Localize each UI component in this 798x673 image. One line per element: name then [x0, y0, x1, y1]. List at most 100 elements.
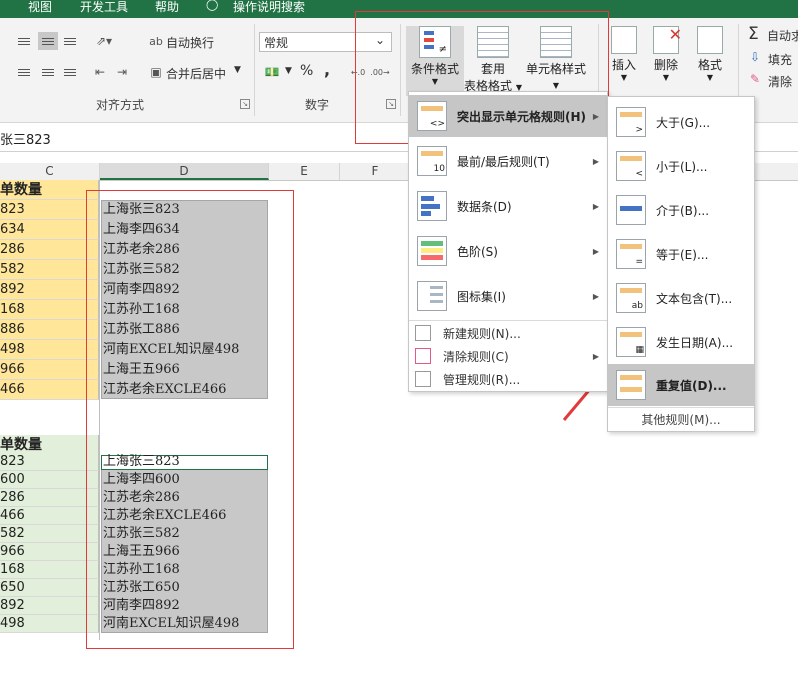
submenu-item-more-rules[interactable]: 其他规则(M)... [608, 408, 754, 430]
column-header-c[interactable]: C [0, 163, 100, 180]
percent-button[interactable]: % [300, 63, 313, 79]
align-top-icon[interactable] [14, 32, 34, 50]
text-contains-icon: ab [616, 283, 646, 313]
cell-c-value[interactable]: 892 [0, 280, 99, 300]
orientation-icon[interactable]: ⇗▾ [94, 32, 114, 50]
cell-c-value[interactable]: 168 [0, 300, 99, 320]
comma-button[interactable]: , [324, 60, 330, 79]
cell-c-value[interactable]: 582 [0, 525, 99, 543]
between-icon [616, 195, 646, 225]
duplicate-values-icon [616, 370, 646, 400]
delete-button[interactable]: ✕ 删除 ▼ [646, 26, 686, 82]
cell-c-value[interactable]: 650 [0, 579, 99, 597]
autosum-button[interactable]: 自动求 [767, 27, 798, 44]
submenu-item-duplicate-values[interactable]: 重复值(D)... [608, 364, 754, 406]
highlight-rules-submenu: > 大于(G)... < 小于(L)... 介于(B)... = 等于(E)..… [607, 96, 755, 432]
submenu-arrow-icon: ▶ [592, 201, 599, 211]
column-header-d[interactable]: D [100, 163, 269, 180]
cell-c-value[interactable]: 582 [0, 260, 99, 280]
cell-c-value[interactable]: 498 [0, 615, 99, 633]
cell-c-value[interactable]: 168 [0, 561, 99, 579]
number-group-label: 数字 [305, 98, 330, 112]
menu-item-new-rule[interactable]: 新建规则(N)... [409, 322, 607, 344]
cell-c-value[interactable]: 966 [0, 543, 99, 561]
fill-down-icon[interactable]: ⇩ [750, 50, 760, 64]
menu-separator [409, 320, 607, 321]
submenu-item-label: 重复值(D)... [656, 378, 727, 393]
menu-item-icon-sets[interactable]: 图标集(I) ▶ [409, 275, 607, 317]
menu-item-label: 新建规则(N)... [443, 326, 521, 341]
cell-c-value[interactable]: 892 [0, 597, 99, 615]
annotation-box-data [86, 190, 294, 649]
cell-c-value[interactable]: 286 [0, 240, 99, 260]
submenu-item-text-contains[interactable]: ab 文本包含(T)... [608, 276, 754, 320]
cell-c-value[interactable]: 600 [0, 471, 99, 489]
table2-header[interactable]: 单数量 [0, 435, 99, 455]
menu-item-label: 清除规则(C) [443, 349, 509, 364]
format-button[interactable]: 格式 ▼ [690, 26, 730, 82]
menu-item-clear-rules[interactable]: 清除规则(C) ▶ [409, 345, 607, 367]
chevron-down-icon[interactable]: ▼ [285, 66, 292, 76]
cell-c-value[interactable]: 466 [0, 380, 99, 400]
chevron-down-icon[interactable]: ▼ [234, 65, 241, 75]
menu-item-top-bottom-rules[interactable]: 10 最前/最后规则(T) ▶ [409, 140, 607, 182]
submenu-item-equal-to[interactable]: = 等于(E)... [608, 232, 754, 276]
menu-item-manage-rules[interactable]: 管理规则(R)... [409, 368, 607, 390]
increase-indent-icon[interactable]: ⇥ [112, 63, 132, 81]
submenu-item-greater-than[interactable]: > 大于(G)... [608, 100, 754, 144]
sigma-icon[interactable]: Σ [748, 24, 759, 44]
dialog-launcher-icon[interactable]: ↘ [240, 99, 250, 109]
tell-me-search[interactable]: 操作说明搜索 [233, 0, 305, 15]
submenu-item-date-occurring[interactable]: ▦ 发生日期(A)... [608, 320, 754, 364]
submenu-arrow-icon: ▶ [592, 351, 599, 361]
insert-button[interactable]: 插入 ▼ [604, 26, 644, 82]
align-middle-icon[interactable] [38, 32, 58, 50]
column-header-f[interactable]: F [340, 163, 411, 180]
number-format-value: 常规 [264, 36, 289, 50]
column-header-e[interactable]: E [269, 163, 340, 180]
submenu-item-between[interactable]: 介于(B)... [608, 188, 754, 232]
cell-c-value[interactable]: 634 [0, 220, 99, 240]
fill-button[interactable]: 填充 [768, 51, 792, 68]
merge-center-icon[interactable]: ▣ [146, 63, 166, 81]
tab-view[interactable]: 视图 [28, 0, 52, 15]
menu-item-data-bars[interactable]: 数据条(D) ▶ [409, 185, 607, 227]
submenu-item-label: 介于(B)... [656, 203, 710, 218]
tab-help[interactable]: 帮助 [155, 0, 179, 15]
clear-button[interactable]: 清除 [768, 73, 792, 90]
currency-icon[interactable]: 💵 [262, 63, 282, 81]
eraser-icon[interactable]: ✎ [750, 72, 760, 86]
align-left-icon[interactable] [14, 63, 34, 81]
submenu-arrow-icon: ▶ [592, 111, 599, 121]
chevron-down-icon: ▼ [620, 73, 628, 82]
submenu-item-label: 大于(G)... [656, 115, 711, 130]
cell-c-value[interactable]: 886 [0, 320, 99, 340]
table1-header[interactable]: 单数量 [0, 180, 99, 200]
wrap-text-icon[interactable]: ab [146, 32, 166, 50]
menu-item-highlight-rules[interactable]: <> 突出显示单元格规则(H) ▶ [409, 95, 607, 137]
decrease-indent-icon[interactable]: ⇤ [90, 63, 110, 81]
wrap-text-button[interactable]: 自动换行 [166, 34, 214, 51]
merge-center-button[interactable]: 合并后居中 [166, 65, 226, 82]
align-center-icon[interactable] [38, 63, 58, 81]
tab-developer[interactable]: 开发工具 [80, 0, 128, 15]
align-bottom-icon[interactable] [60, 32, 80, 50]
submenu-item-less-than[interactable]: < 小于(L)... [608, 144, 754, 188]
align-right-icon[interactable] [60, 63, 80, 81]
conditional-format-menu: <> 突出显示单元格规则(H) ▶ 10 最前/最后规则(T) ▶ 数据条(D)… [408, 91, 608, 392]
delete-cells-icon: ✕ [653, 26, 682, 54]
menu-item-color-scales[interactable]: 色阶(S) ▶ [409, 230, 607, 272]
menu-item-label: 图标集(I) [457, 289, 506, 304]
cell-c-value[interactable]: 286 [0, 489, 99, 507]
cell-c-value[interactable]: 466 [0, 507, 99, 525]
menu-item-label: 数据条(D) [457, 199, 512, 214]
new-rule-icon [415, 325, 431, 341]
cell-c-value[interactable]: 823 [0, 453, 99, 471]
cell-c-value[interactable]: 823 [0, 200, 99, 220]
cell-c-value[interactable]: 498 [0, 340, 99, 360]
cell-c-value[interactable]: 966 [0, 360, 99, 380]
group-separator [254, 24, 255, 116]
data-bars-icon [417, 191, 447, 221]
menu-item-label: 突出显示单元格规则(H) [457, 109, 587, 124]
icon-sets-icon [417, 281, 447, 311]
